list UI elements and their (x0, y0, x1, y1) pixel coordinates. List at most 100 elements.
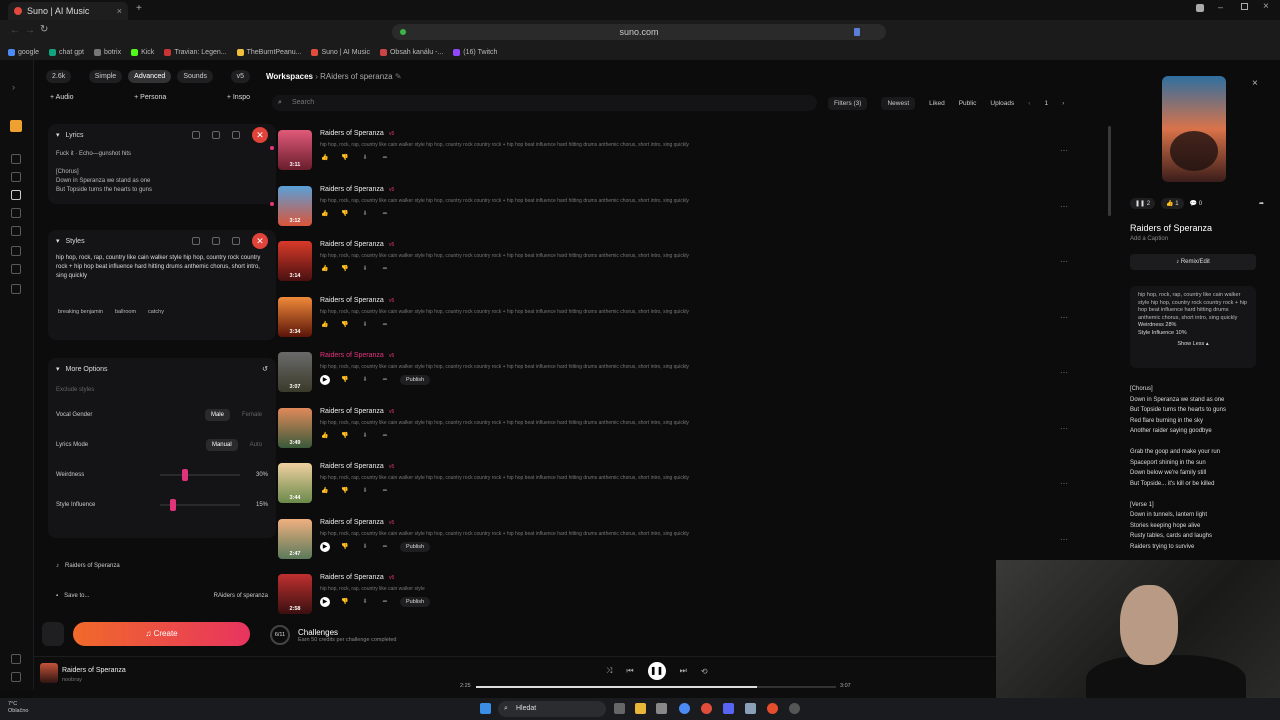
caption-field[interactable]: Add a Caption (1130, 236, 1168, 242)
dislike-icon[interactable]: 👎 (340, 597, 350, 607)
hooks-icon[interactable] (11, 264, 21, 274)
more-options-icon[interactable]: ⋯ (1060, 202, 1068, 211)
extension-icon[interactable] (1196, 4, 1204, 12)
filters-button[interactable]: Filters (3) (828, 97, 868, 110)
share-icon[interactable]: ➦ (380, 375, 390, 385)
song-title[interactable]: Raiders of Speranza (320, 241, 384, 248)
pin-icon[interactable]: ⬇ (360, 486, 370, 496)
mode-advanced[interactable]: Advanced (128, 70, 172, 83)
repeat-icon[interactable]: ⟲ (701, 667, 708, 676)
song-row[interactable]: 3:34 Raiders of Speranza v5 hip hop, rock, … (278, 293, 1098, 348)
breadcrumb-root[interactable]: Workspaces (266, 72, 313, 81)
chevron-down-icon[interactable]: ▾ (56, 237, 60, 245)
song-title[interactable]: Raiders of Speranza (320, 130, 384, 137)
song-row[interactable]: 3:07 Raiders of Speranza v5 hip hop, rock, … (278, 348, 1098, 403)
credits-badge[interactable]: 2.6k (46, 70, 72, 83)
shuffle-icon[interactable]: ⤨ (606, 666, 612, 676)
like-icon[interactable]: 👍 (320, 486, 330, 496)
breadcrumb-current[interactable]: RAiders of speranza (320, 72, 392, 81)
file-explorer-icon[interactable] (635, 703, 646, 714)
song-cover[interactable]: 2:58 (278, 574, 312, 614)
song-cover[interactable]: 3:34 (278, 296, 312, 337)
explore-icon[interactable] (11, 172, 21, 182)
song-row[interactable]: 3:49 Raiders of Speranza v5 hip hop, rock, … (278, 404, 1098, 459)
song-row[interactable]: 3:11 Raiders of Speranza v5 hip hop, rock, … (270, 126, 1098, 181)
bookmark-item[interactable]: TheBurntPeanu... (236, 48, 301, 56)
uploads-filter[interactable]: Uploads (990, 100, 1014, 107)
dislike-icon[interactable]: 👎 (340, 486, 350, 496)
share-icon[interactable]: ➦ (380, 486, 390, 496)
sort-dropdown[interactable]: Newest (881, 97, 916, 110)
pin-icon[interactable]: ⬇ (360, 597, 370, 607)
comment-count[interactable]: 💬 0 (1190, 200, 1202, 207)
search-nav-icon[interactable] (11, 246, 21, 256)
song-title[interactable]: Raiders of Speranza (320, 352, 384, 359)
dislike-icon[interactable]: 👎 (340, 320, 350, 330)
save-to-row[interactable]: ▪ Save to... RAiders of speranza (48, 586, 276, 606)
more-options-icon[interactable]: ⋯ (1060, 424, 1068, 433)
bookmark-item[interactable]: google (8, 48, 39, 56)
bookmark-item[interactable]: botrix (93, 48, 121, 56)
create-icon[interactable] (11, 190, 21, 200)
prev-page-icon[interactable]: ‹ (1028, 100, 1030, 107)
song-cover[interactable]: 3:11 (278, 130, 312, 170)
song-row[interactable]: 2:58 Raiders of Speranza v5 hip hop, rock, … (278, 570, 1098, 625)
discord-icon[interactable] (723, 703, 734, 714)
next-page-icon[interactable]: › (1062, 100, 1064, 107)
opera-icon[interactable] (701, 703, 712, 714)
remix-edit-button[interactable]: ♪ Remix/Edit (1130, 254, 1256, 270)
bookmark-item[interactable]: Kick (131, 48, 154, 56)
notifications-icon[interactable] (11, 284, 21, 294)
dislike-icon[interactable]: 👎 (340, 153, 350, 163)
bookmark-item[interactable]: Suno | AI Music (311, 48, 370, 56)
play-icon[interactable]: ▶ (320, 541, 330, 552)
song-row[interactable]: 3:12 Raiders of Speranza v5 hip hop, rock, … (270, 182, 1098, 237)
more-options-icon[interactable]: ⋯ (1060, 368, 1068, 377)
song-cover[interactable]: 3:12 (278, 185, 312, 226)
pin-icon[interactable]: ⬇ (360, 264, 370, 274)
new-tab-icon[interactable]: + (136, 3, 142, 14)
mode-sounds[interactable]: Sounds (177, 70, 214, 83)
like-count[interactable]: 👍 1 (1161, 198, 1184, 209)
more-options-icon[interactable]: ⋯ (1060, 257, 1068, 266)
song-cover[interactable]: 3:07 (278, 352, 312, 392)
next-icon[interactable]: ⏭ (680, 666, 687, 676)
vocal-male-option[interactable]: Male (204, 409, 230, 421)
song-title[interactable]: Raiders of Speranza (320, 408, 384, 415)
more-options-icon[interactable]: ⋯ (1060, 146, 1068, 155)
steam-icon[interactable] (745, 703, 756, 714)
like-icon[interactable]: 👍 (320, 153, 330, 163)
bookmark-item[interactable]: (16) Twitch (453, 48, 497, 56)
song-row[interactable]: 3:14 Raiders of Speranza v5 hip hop, rock, … (278, 237, 1098, 292)
collapse-icon[interactable]: › (12, 82, 15, 92)
dislike-icon[interactable]: 👎 (340, 431, 350, 441)
publish-button[interactable]: Publish (400, 541, 431, 552)
windows-start-icon[interactable] (480, 703, 491, 714)
progress-bar[interactable] (476, 686, 836, 688)
share-icon[interactable]: ➦ (380, 542, 390, 552)
dislike-icon[interactable]: 👎 (340, 542, 350, 552)
song-row[interactable]: 2:47 Raiders of Speranza v5 hip hop, rock, … (278, 515, 1098, 570)
pause-button[interactable]: ❚❚ (647, 662, 666, 680)
song-row[interactable]: 3:44 Raiders of Speranza v5 hip hop, rock, … (278, 459, 1098, 514)
public-filter[interactable]: Public (959, 100, 977, 107)
style-influence-slider[interactable] (160, 499, 240, 511)
studio-icon[interactable] (11, 208, 21, 218)
clear-form-button[interactable] (42, 622, 64, 646)
like-icon[interactable]: 👍 (320, 264, 330, 274)
pin-icon[interactable]: ⬇ (360, 320, 370, 330)
publish-button[interactable]: Publish (400, 597, 431, 607)
more-options-icon[interactable]: ⋯ (1060, 313, 1068, 322)
copy-icon[interactable] (212, 237, 220, 245)
play-icon[interactable]: ▶ (320, 597, 330, 607)
browser-app-icon[interactable] (767, 703, 778, 714)
copy-icon[interactable] (212, 131, 220, 139)
list-scrollbar[interactable] (1108, 126, 1111, 216)
close-tab-icon[interactable]: × (117, 6, 122, 16)
now-playing-title[interactable]: Raiders of Speranza (62, 667, 126, 674)
song-cover[interactable]: 2:47 (278, 518, 312, 559)
undo-icon[interactable] (192, 237, 200, 245)
home-icon[interactable] (11, 154, 21, 164)
song-cover[interactable]: 3:49 (278, 407, 312, 448)
pin-icon[interactable]: ⬇ (360, 209, 370, 219)
